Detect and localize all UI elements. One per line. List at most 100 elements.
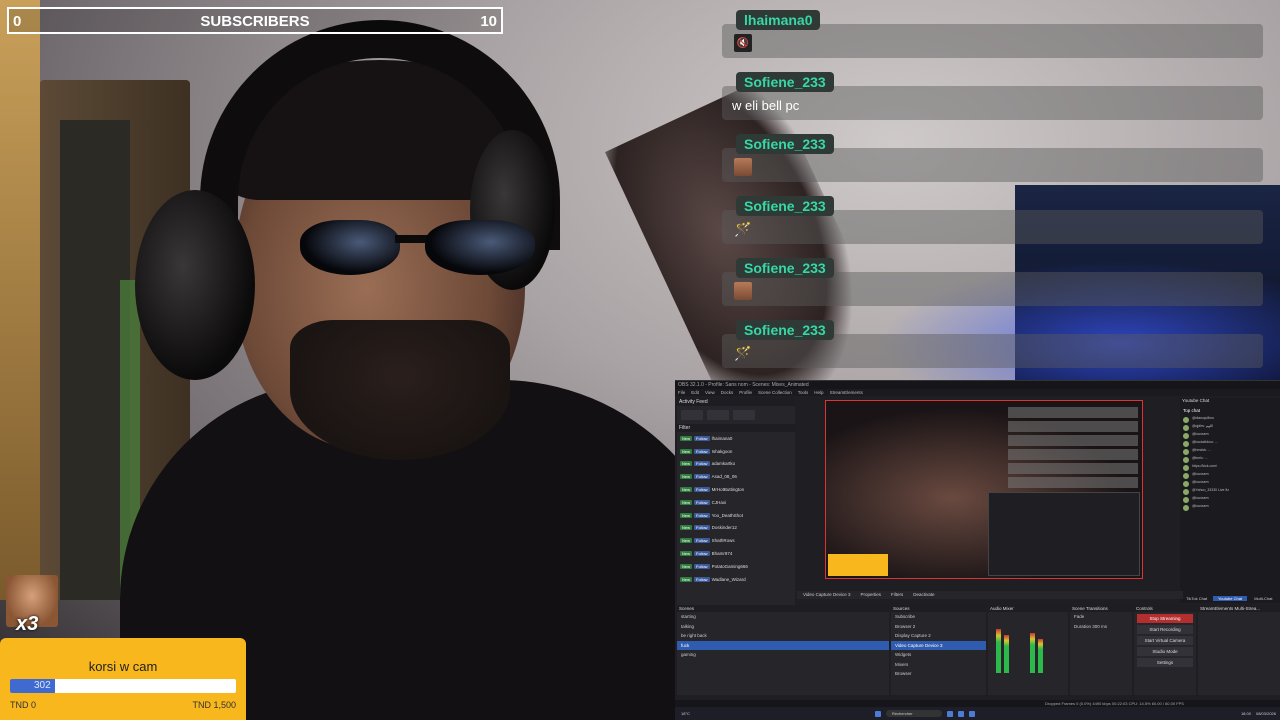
obs-icon[interactable] bbox=[968, 710, 975, 717]
scene-item[interactable]: starting bbox=[677, 612, 889, 622]
source-item[interactable]: Subscribe bbox=[891, 612, 986, 622]
donation-goal-widget: korsi w cam 302 TND 0 TND 1,500 bbox=[0, 638, 246, 720]
browser-icon[interactable] bbox=[957, 710, 964, 717]
new-tag: New bbox=[680, 512, 693, 518]
activity-row[interactable]: New Follow PotatoGaming666 bbox=[677, 560, 795, 573]
new-tag: New bbox=[680, 576, 693, 582]
scenes-dock: Scenes starting talking be right back fu… bbox=[677, 605, 889, 695]
follow-tag: Follow bbox=[694, 512, 710, 518]
start-recording-button[interactable]: Start Recording bbox=[1137, 625, 1193, 634]
filters-button[interactable]: Filters bbox=[891, 591, 903, 599]
source-item-selected[interactable]: Video Capture Device 3 bbox=[891, 640, 986, 650]
follow-tag: Follow bbox=[694, 474, 710, 480]
scene-item[interactable]: be right back bbox=[677, 631, 889, 641]
preview-chat-line bbox=[1008, 463, 1138, 474]
tab-youtube-chat[interactable]: Youtube Chat bbox=[1213, 596, 1247, 601]
sources-dock: Sources Subscribe Browser 2 Display Capt… bbox=[891, 605, 986, 695]
youtube-chat-line: @loussem bbox=[1180, 472, 1280, 480]
scene-item[interactable]: gaming bbox=[677, 650, 889, 660]
menu-tools[interactable]: Tools bbox=[798, 389, 809, 396]
youtube-chat-line: @qjdhs: اللهم bbox=[1180, 424, 1280, 432]
file-explorer-icon[interactable] bbox=[946, 710, 953, 717]
chat-message: lhaimana0 🔇 bbox=[722, 8, 1267, 70]
obs-titlebar: OBS 32.1.0 - Profile: Sans nom - Scenes:… bbox=[675, 381, 1280, 389]
tab-tiktok-chat[interactable]: TikTok Chat bbox=[1180, 596, 1213, 601]
activity-filter[interactable]: Filter bbox=[677, 424, 795, 432]
menu-streamelements[interactable]: StreamElements bbox=[830, 389, 863, 396]
menu-edit[interactable]: Edit bbox=[691, 389, 699, 396]
source-item[interactable]: Display Capture 2 bbox=[891, 631, 986, 641]
new-tag: New bbox=[680, 499, 693, 505]
new-tag: New bbox=[680, 487, 693, 493]
new-tag: New bbox=[680, 563, 693, 569]
activity-row[interactable]: New Follow adamkartko bbox=[677, 458, 795, 471]
menu-docks[interactable]: Docks bbox=[721, 389, 734, 396]
menu-scene-collection[interactable]: Scene Collection bbox=[758, 389, 792, 396]
menu-file[interactable]: File bbox=[678, 389, 685, 396]
follow-tag: Follow bbox=[694, 435, 710, 441]
menu-profile[interactable]: Profile bbox=[739, 389, 752, 396]
scene-item[interactable]: talking bbox=[677, 622, 889, 632]
source-item[interactable]: Browser 2 bbox=[891, 622, 986, 632]
properties-button[interactable]: Properties bbox=[860, 591, 881, 599]
preview-nested-obs bbox=[988, 492, 1140, 576]
wand-emote-icon: 🪄 bbox=[734, 220, 752, 237]
source-item[interactable]: Browser bbox=[891, 669, 986, 679]
streamer-beard bbox=[290, 320, 510, 460]
activity-row[interactable]: New Follow Yoo_DeathShot bbox=[677, 509, 795, 522]
youtube-chat-line: @loussem bbox=[1180, 496, 1280, 504]
windows-taskbar: 18°C Rechercher 18:00 08/03/2026 bbox=[675, 707, 1280, 720]
activity-row[interactable]: New Follow Asad_08_06 bbox=[677, 470, 795, 483]
stop-streaming-button[interactable]: Stop Streaming bbox=[1137, 614, 1193, 623]
audio-meter bbox=[1030, 633, 1035, 673]
youtube-chat-dock: Youtube Chat Top chat @diaruqu8mo @qjdhs:… bbox=[1180, 398, 1280, 603]
youtube-chat-line: @kmlc: ... bbox=[1180, 456, 1280, 464]
start-virtual-camera-button[interactable]: Start Virtual Camera bbox=[1137, 636, 1193, 645]
activity-feed-title: Activity Feed bbox=[677, 398, 795, 406]
weather-widget[interactable]: 18°C bbox=[681, 711, 690, 716]
tab-multi-chat[interactable]: Multi-Chat bbox=[1247, 596, 1280, 601]
activity-username: Asad_08_06 bbox=[711, 474, 737, 480]
taskbar-search[interactable]: Rechercher bbox=[885, 710, 942, 717]
duration-value: 300 ms bbox=[1092, 623, 1108, 629]
scene-item-selected[interactable]: fuck bbox=[677, 640, 889, 650]
wand-emote-icon: 🪄 bbox=[734, 344, 752, 361]
bell-button[interactable] bbox=[707, 410, 729, 420]
pause-button[interactable] bbox=[681, 410, 703, 420]
activity-row[interactable]: New Follow Bhamr974 bbox=[677, 547, 795, 560]
deactivate-button[interactable]: Deactivate bbox=[913, 591, 934, 599]
activity-row[interactable]: New Follow Wadlane_Wizard bbox=[677, 573, 795, 586]
mute-emote-icon: 🔇 bbox=[734, 34, 752, 52]
subscriber-title: SUBSCRIBERS bbox=[200, 13, 310, 30]
youtube-chat-line: @loussem bbox=[1180, 480, 1280, 488]
activity-row[interactable]: New Follow ShathRows bbox=[677, 534, 795, 547]
source-toolbar: Video Capture Device 3 Properties Filter… bbox=[797, 591, 1183, 599]
clock-time[interactable]: 18:00 bbox=[1241, 711, 1251, 716]
duration-field[interactable]: Duration 300 ms bbox=[1070, 622, 1132, 632]
menu-help[interactable]: Help bbox=[814, 389, 823, 396]
duration-label: Duration bbox=[1074, 623, 1092, 629]
activity-row[interactable]: New Follow MrHotButtington bbox=[677, 483, 795, 496]
top-chat-dropdown[interactable]: Top chat bbox=[1180, 405, 1280, 416]
activity-row[interactable]: New Follow Ishakgoon bbox=[677, 445, 795, 458]
activity-row[interactable]: New Follow Doskinder12 bbox=[677, 522, 795, 535]
chat-message: Sofiene_233 bbox=[722, 132, 1267, 194]
new-tag: New bbox=[680, 435, 693, 441]
studio-mode-button[interactable]: Studio Mode bbox=[1137, 647, 1193, 656]
clock-date[interactable]: 08/03/2026 bbox=[1256, 711, 1276, 716]
settings-button[interactable]: Settings bbox=[1137, 658, 1193, 667]
headphone-cup-left bbox=[135, 190, 255, 380]
menu-view[interactable]: View bbox=[705, 389, 715, 396]
activity-row[interactable]: New Follow CJHaxi bbox=[677, 496, 795, 509]
source-item[interactable]: Mixers bbox=[891, 660, 986, 670]
source-item[interactable]: Widgets bbox=[891, 650, 986, 660]
follow-tag: Follow bbox=[694, 525, 710, 531]
activity-row[interactable]: New Follow lhaimana0 bbox=[677, 432, 795, 445]
lens-left bbox=[300, 220, 400, 275]
start-icon[interactable] bbox=[874, 710, 881, 717]
skip-button[interactable] bbox=[733, 410, 755, 420]
obs-preview[interactable] bbox=[825, 400, 1143, 579]
chat-username: Sofiene_233 bbox=[736, 320, 834, 340]
transition-select[interactable]: Fade bbox=[1070, 612, 1132, 622]
activity-username: MrHotButtington bbox=[711, 487, 745, 493]
